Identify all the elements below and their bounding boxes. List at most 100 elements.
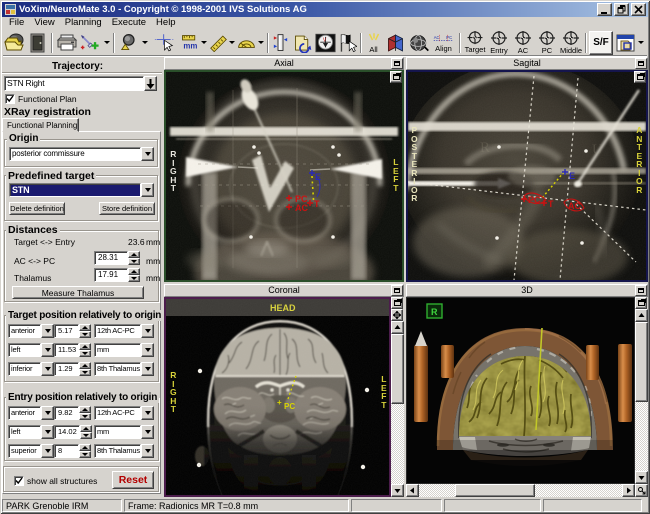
menu-execute[interactable]: Execute: [107, 17, 151, 29]
target-row-unit-drop-button[interactable]: [141, 324, 154, 338]
target-row-drop-button[interactable]: [41, 324, 54, 338]
print-button[interactable]: [55, 31, 79, 55]
target-row-unit-drop-button[interactable]: [141, 362, 154, 376]
3d-scroll-right[interactable]: [622, 484, 635, 497]
protractor-dropdown-arrow[interactable]: [258, 41, 264, 44]
slice-level-button[interactable]: [271, 31, 290, 55]
acpc-spin-up[interactable]: [128, 251, 140, 258]
spin-up[interactable]: [79, 444, 91, 451]
coronal-maximize-button[interactable]: [391, 285, 403, 296]
spin-up[interactable]: [79, 406, 91, 413]
target-row-direction-combobox[interactable]: anterior: [8, 324, 54, 338]
coronal-scroll-up[interactable]: [391, 321, 404, 334]
predefined-target-drop-button[interactable]: [141, 183, 154, 197]
mm-scale-button[interactable]: mm: [178, 31, 208, 55]
thalamus-spinner[interactable]: 17.91: [94, 268, 140, 282]
entry-row-direction-combobox[interactable]: superior: [8, 444, 54, 458]
target-row-direction-combobox[interactable]: inferior: [8, 362, 54, 376]
ruler-dropdown-arrow[interactable]: [229, 41, 235, 44]
entry-row-direction-combobox[interactable]: anterior: [8, 406, 54, 420]
close-button[interactable]: [631, 3, 646, 16]
flag-pointer-button[interactable]: [337, 31, 358, 55]
3d-scroll-up[interactable]: [635, 309, 648, 322]
menu-view[interactable]: View: [29, 17, 59, 29]
protractor-button[interactable]: [235, 31, 265, 55]
menu-help[interactable]: Help: [151, 17, 181, 29]
sphere-view-button[interactable]: [407, 31, 430, 55]
axial-image[interactable]: E PC AC T RIGHT LEFT: [164, 70, 404, 282]
target-row-unit-combobox[interactable]: mm: [94, 343, 154, 357]
acpc-spinner[interactable]: 28.31: [94, 251, 140, 265]
target-row-value-spinner[interactable]: 11.53: [54, 343, 91, 357]
target-row-drop-button[interactable]: [41, 362, 54, 376]
predefined-target-combobox[interactable]: STN: [9, 183, 154, 197]
coronal-scroll-down[interactable]: [391, 484, 404, 497]
copy-page-button[interactable]: [290, 31, 314, 55]
show-all-structures-checkbox[interactable]: [14, 476, 24, 486]
orientation-compass-button[interactable]: V: [314, 31, 337, 55]
exit-door-button[interactable]: [27, 31, 49, 55]
origin-drop-button[interactable]: [141, 147, 154, 161]
goto-entry-button[interactable]: Entry: [487, 31, 511, 55]
goto-target-button[interactable]: Target: [463, 31, 487, 55]
spin-down[interactable]: [80, 432, 92, 439]
pointer-crosshair-button[interactable]: [151, 31, 178, 55]
restore-button[interactable]: [614, 3, 629, 16]
coronal-scroll-thumb[interactable]: [391, 334, 404, 404]
target-row-unit-drop-button[interactable]: [141, 343, 154, 357]
target-row-value-spinner[interactable]: 1.29: [54, 362, 91, 376]
sf-button[interactable]: S/F: [589, 31, 613, 55]
target-row-unit-combobox[interactable]: 12th AC-PC: [94, 324, 154, 338]
acpc-spin-down[interactable]: [128, 258, 140, 265]
planes-3d-button[interactable]: [383, 31, 407, 55]
entry-row-drop-button[interactable]: [41, 444, 54, 458]
menu-file[interactable]: File: [4, 17, 29, 29]
goto-middle-button[interactable]: Middle: [559, 31, 583, 55]
spin-down[interactable]: [79, 350, 91, 357]
entry-row-drop-button[interactable]: [41, 406, 54, 420]
spin-down[interactable]: [79, 331, 91, 338]
spin-up[interactable]: [79, 343, 91, 350]
entry-row-value-spinner[interactable]: 9.82: [54, 406, 91, 420]
entry-row-unit-combobox[interactable]: mm: [94, 425, 154, 439]
entry-row-value-spinner[interactable]: 14.02: [54, 425, 91, 439]
sagittal-restore-button[interactable]: [634, 71, 646, 83]
thalamus-spin-up[interactable]: [128, 268, 140, 275]
reset-button[interactable]: Reset: [112, 471, 154, 489]
entry-row-unit-drop-button[interactable]: [141, 425, 154, 439]
entry-row-value-spinner[interactable]: 8: [54, 444, 91, 458]
mm-dropdown-arrow[interactable]: [201, 41, 207, 44]
3d-restore-button[interactable]: [635, 297, 647, 309]
functional-plan-checkbox[interactable]: [5, 94, 15, 104]
entry-row-unit-drop-button[interactable]: [141, 444, 154, 458]
target-row-drop-button[interactable]: [41, 343, 54, 357]
3d-scroll-down[interactable]: [635, 471, 648, 484]
spin-up[interactable]: [79, 362, 91, 369]
trajectory-pen-button[interactable]: [79, 31, 111, 55]
entry-row-direction-combobox[interactable]: left: [8, 425, 54, 439]
3d-vertical-thumb[interactable]: [635, 322, 648, 402]
3d-image[interactable]: R: [406, 297, 635, 484]
spin-down[interactable]: [79, 369, 91, 376]
coronal-image[interactable]: HEAD: [164, 297, 391, 497]
coronal-pan-button[interactable]: [391, 309, 403, 321]
spin-up[interactable]: [80, 425, 92, 432]
goto-pc-button[interactable]: PC: [535, 31, 559, 55]
zoom-button[interactable]: [117, 31, 151, 55]
trajectory-combobox[interactable]: STN Right: [4, 76, 157, 91]
store-definition-button[interactable]: Store definition: [99, 202, 155, 215]
window-copy-button[interactable]: [613, 31, 645, 55]
3d-corner-button[interactable]: [635, 484, 648, 497]
menu-planning[interactable]: Planning: [60, 17, 107, 29]
origin-combobox[interactable]: posterior commissure: [9, 147, 154, 161]
target-row-direction-combobox[interactable]: left: [8, 343, 54, 357]
entry-row-drop-button[interactable]: [41, 425, 54, 439]
tab-functional-planning[interactable]: Functional Planning: [2, 118, 79, 132]
measure-thalamus-button[interactable]: Measure Thalamus: [12, 286, 144, 299]
axial-restore-button[interactable]: [390, 71, 402, 83]
spin-up[interactable]: [79, 324, 91, 331]
goto-ac-button[interactable]: AC: [511, 31, 535, 55]
entry-row-unit-combobox[interactable]: 8th Thalamus: [94, 444, 154, 458]
target-row-value-spinner[interactable]: 5.17: [54, 324, 91, 338]
delete-definition-button[interactable]: Delete definition: [9, 202, 65, 215]
